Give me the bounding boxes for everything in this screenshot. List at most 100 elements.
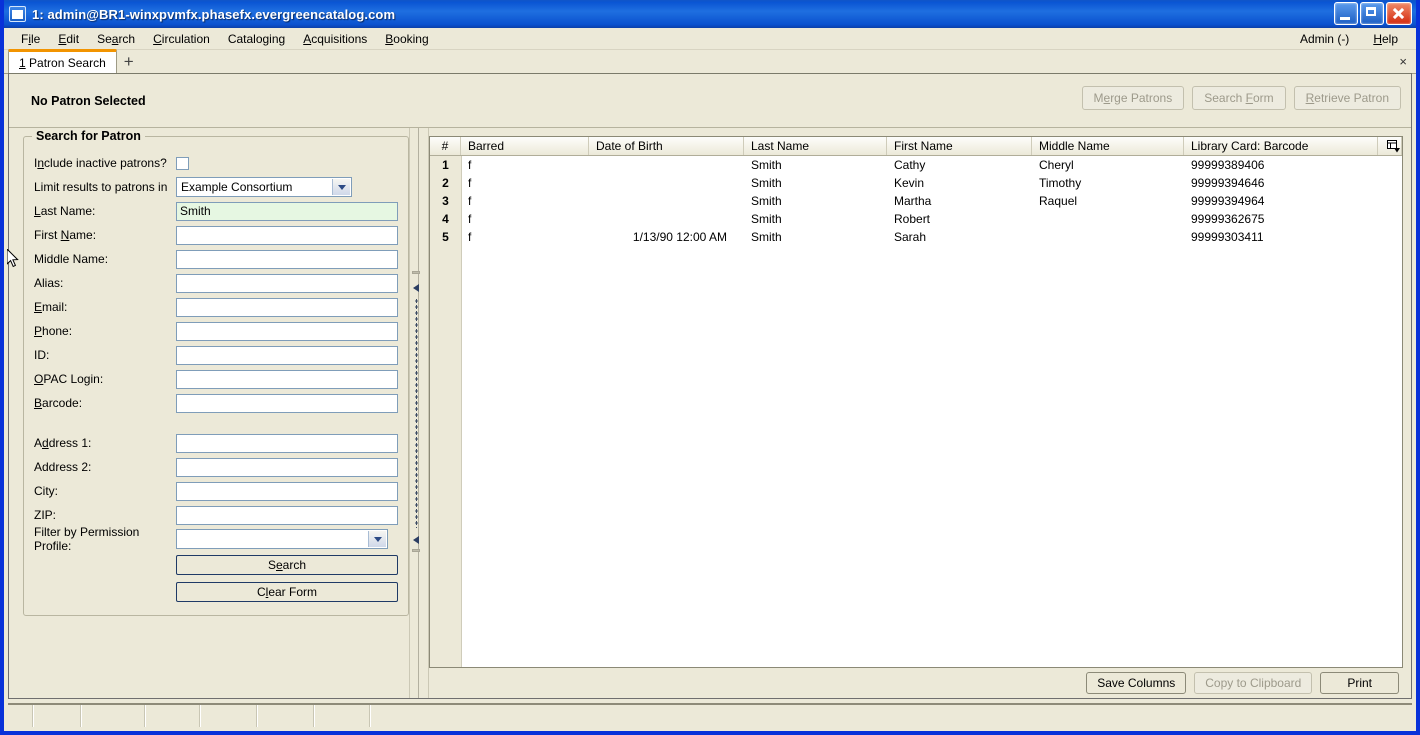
phone-label: Phone: [34,324,73,338]
phone-input[interactable] [176,321,398,341]
menu-admin[interactable]: Admin (-) [1288,30,1361,48]
menu-booking[interactable]: Booking [376,30,437,48]
cell-barred: f [468,158,472,172]
tab-patron-search[interactable]: 1 Patron Search [8,49,117,74]
table-row[interactable]: 4 f Smith Robert 99999362675 [430,210,1402,228]
cell-dob: 1/13/90 12:00 AM [632,230,727,244]
search-for-patron-group: Search for Patron Include inactive patro… [23,129,409,616]
opac-login-input[interactable] [176,369,398,389]
barcode-input[interactable] [176,393,398,413]
address1-input[interactable] [176,433,398,453]
minimize-icon[interactable] [1334,2,1358,25]
results-panel: # Barred Date of Birth Last Name First N… [429,128,1411,698]
splitter-collapse-up-icon[interactable] [413,283,422,292]
chevron-down-icon [332,179,350,195]
search-button[interactable]: Se arch [176,554,398,575]
copy-to-clipboard-button[interactable]: Copy to Clipboard [1194,672,1313,694]
last-name-row: Last Name: [34,199,398,223]
middle-name-label: Middle Name: [34,252,109,266]
column-picker-icon[interactable] [1378,137,1402,155]
column-header-library-card[interactable]: Library Card: Barcode [1184,137,1378,155]
maximize-icon[interactable] [1360,2,1384,25]
city-label: City: [34,484,58,498]
cell-first-name: Kevin [894,176,925,190]
splitter-collapse-down-icon[interactable] [413,535,422,544]
zip-row: ZIP: [34,503,398,527]
cell-first-name: Sarah [894,230,927,244]
phone-row: Phone: [34,319,398,343]
alias-input[interactable] [176,273,398,293]
address2-input[interactable] [176,457,398,477]
results-grid: # Barred Date of Birth Last Name First N… [429,136,1403,668]
first-name-input[interactable] [176,225,398,245]
permission-profile-label: Filter by Permission Profile: [34,525,140,553]
column-header-middle-name[interactable]: Middle Name [1032,137,1184,155]
menu-acquisitions[interactable]: Acquisitions [294,30,376,48]
address1-row: Address 1: [34,431,398,455]
city-row: City: [34,479,398,503]
table-row[interactable]: 1 f Smith Cathy Cheryl 99999389406 [430,156,1402,174]
zip-input[interactable] [176,505,398,525]
main-split: Search for Patron Include inactive patro… [9,128,1411,698]
close-icon[interactable] [1386,2,1412,25]
panel-splitter[interactable] [409,128,429,698]
status-segment [8,705,34,727]
clear-form-button[interactable]: Cl ear Form [176,581,398,602]
patron-status-label: No Patron Selected [31,93,146,108]
column-header-last-name[interactable]: Last Name [744,137,887,155]
menu-search[interactable]: Search [88,30,144,48]
close-tab-icon[interactable]: × [1399,54,1407,69]
include-inactive-checkbox[interactable] [176,156,189,170]
cell-first-name: Robert [894,212,931,226]
tab-strip: 1 Patron Search + × [4,49,1416,74]
menu-cataloging[interactable]: Cataloging [219,30,294,48]
retrieve-patron-button[interactable]: Retrieve Patron [1293,86,1401,110]
email-input[interactable] [176,297,398,317]
menu-help[interactable]: Help [1361,30,1410,48]
limit-results-select[interactable]: Example Consortium [176,177,352,197]
cell-barred: f [468,176,472,190]
cell-barred: f [468,194,472,208]
column-header-barred[interactable]: Barred [461,137,589,155]
column-header-num[interactable]: # [430,137,461,155]
results-header-row: # Barred Date of Birth Last Name First N… [430,137,1402,156]
status-segment [82,705,146,727]
search-panel: Search for Patron Include inactive patro… [9,128,409,698]
address2-row: Address 2: [34,455,398,479]
column-header-first-name[interactable]: First Name [887,137,1032,155]
menu-bar: File Edit Search Circulation Cataloging … [4,28,1416,50]
menu-circulation[interactable]: Circulation [144,30,219,48]
table-row[interactable]: 2 f Smith Kevin Timothy 99999394646 [430,174,1402,192]
new-tab-button[interactable]: + [117,51,141,73]
limit-results-value: Example Consortium [181,180,293,194]
merge-patrons-button[interactable]: Merge Patrons [1081,86,1185,110]
search-form-button[interactable]: Search Form [1192,86,1286,110]
menu-file[interactable]: File [12,30,49,48]
menu-edit[interactable]: Edit [49,30,88,48]
middle-name-input[interactable] [176,249,398,269]
city-input[interactable] [176,481,398,501]
window-controls [1334,2,1412,25]
save-columns-button[interactable]: Save Columns [1086,672,1187,694]
splitter-grip[interactable] [415,298,418,528]
table-row[interactable]: 3 f Smith Martha Raquel 99999394964 [430,192,1402,210]
table-row[interactable]: 5 f 1/13/90 12:00 AM Smith Sarah 9999930… [430,228,1402,246]
permission-profile-select[interactable] [176,529,388,549]
opac-login-label: OPAC Login: [34,372,104,386]
print-button[interactable]: Print [1320,672,1399,694]
last-name-input[interactable] [176,201,398,221]
cell-library-card: 99999394646 [1191,176,1265,190]
cell-middle-name: Timothy [1039,176,1082,190]
cell-middle-name: Raquel [1039,194,1078,208]
id-input[interactable] [176,345,398,365]
status-segment [315,705,371,727]
alias-label: Alias: [34,276,64,290]
content-area: No Patron Selected Merge Patrons Search … [8,73,1412,699]
status-segment [34,705,82,727]
column-header-dob[interactable]: Date of Birth [589,137,744,155]
status-segment [201,705,258,727]
cell-last-name: Smith [751,176,782,190]
limit-results-row: Limit results to patrons in Example Cons… [34,175,398,199]
splitter-tick-bottom [412,549,420,552]
cell-num: 4 [442,212,449,226]
